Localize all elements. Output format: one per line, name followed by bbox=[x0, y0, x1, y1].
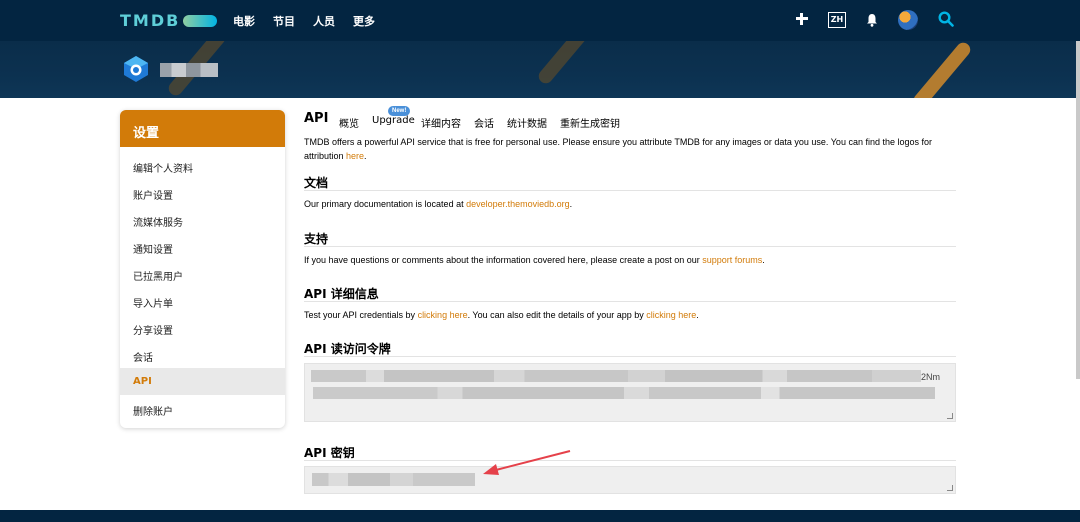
redacted-api-key bbox=[312, 473, 475, 486]
details-body-2: . You can also edit the details of your … bbox=[467, 310, 647, 320]
sidebar-item-streaming-services[interactable]: 流媒体服务 bbox=[120, 206, 285, 233]
support-forums-link[interactable]: support forums bbox=[702, 255, 762, 265]
logo-pill bbox=[183, 14, 218, 27]
footer-bar bbox=[0, 510, 1080, 522]
annotation-arrow-icon bbox=[483, 450, 571, 475]
docs-text: Our primary documentation is located at … bbox=[304, 199, 572, 209]
divider bbox=[304, 460, 956, 461]
sidebar-item-sessions[interactable]: 会话 bbox=[120, 341, 285, 368]
intro-end: . bbox=[364, 151, 367, 161]
sidebar-item-account-settings[interactable]: 账户设置 bbox=[120, 179, 285, 206]
sidebar-item-notifications[interactable]: 通知设置 bbox=[120, 233, 285, 260]
test-credentials-link[interactable]: clicking here bbox=[418, 310, 468, 320]
api-details-text: Test your API credentials by clicking he… bbox=[304, 310, 699, 320]
tab-overview[interactable]: 概览 bbox=[339, 115, 359, 130]
settings-sidebar: 设置 编辑个人资料 账户设置 流媒体服务 通知设置 已拉黑用户 导入片单 分享设… bbox=[120, 110, 285, 428]
token-visible-tail: 2Nm bbox=[921, 372, 941, 382]
resize-handle[interactable] bbox=[947, 413, 953, 419]
plus-icon[interactable] bbox=[795, 12, 809, 26]
support-text: If you have questions or comments about … bbox=[304, 255, 765, 265]
redacted-token-line bbox=[311, 370, 921, 382]
account-avatar-icon bbox=[124, 56, 148, 82]
attribution-link[interactable]: here bbox=[346, 151, 364, 161]
language-selector[interactable]: ZH bbox=[828, 12, 846, 28]
details-end: . bbox=[696, 310, 699, 320]
profile-header bbox=[0, 41, 1076, 98]
new-badge: New! bbox=[388, 106, 411, 116]
api-heading: API bbox=[304, 111, 329, 126]
sidebar-title: 设置 bbox=[120, 110, 285, 147]
tab-regenerate-key[interactable]: 重新生成密钥 bbox=[560, 115, 620, 130]
resize-handle[interactable] bbox=[947, 485, 953, 491]
sidebar-item-sharing[interactable]: 分享设置 bbox=[120, 314, 285, 341]
sidebar-item-import-list[interactable]: 导入片单 bbox=[120, 287, 285, 314]
tab-details[interactable]: 详细内容 bbox=[421, 115, 461, 130]
intro-text: TMDB offers a powerful API service that … bbox=[304, 135, 956, 163]
sidebar-item-delete-account[interactable]: 删除账户 bbox=[120, 395, 285, 422]
tab-statistics[interactable]: 统计数据 bbox=[507, 115, 547, 130]
top-navbar: TMDB 电影 节目 人员 更多 ZH bbox=[0, 0, 1080, 41]
support-body: If you have questions or comments about … bbox=[304, 255, 703, 265]
read-token-textarea[interactable]: 2Nm bbox=[304, 363, 956, 422]
tab-upgrade[interactable]: Upgrade bbox=[372, 115, 415, 126]
user-avatar[interactable] bbox=[898, 10, 918, 30]
redacted-token-line bbox=[313, 387, 935, 399]
nav-movies[interactable]: 电影 bbox=[233, 13, 255, 29]
username-redacted bbox=[160, 63, 218, 77]
nav-people[interactable]: 人员 bbox=[313, 13, 335, 29]
docs-end: . bbox=[569, 199, 573, 209]
bell-icon[interactable] bbox=[866, 13, 878, 27]
edit-app-link[interactable]: clicking here bbox=[646, 310, 696, 320]
nav-more[interactable]: 更多 bbox=[353, 13, 375, 29]
nav-tv-shows[interactable]: 节目 bbox=[273, 13, 295, 29]
docs-title: 文档 bbox=[304, 176, 329, 190]
api-key-textarea[interactable] bbox=[304, 466, 956, 494]
support-title: 支持 bbox=[304, 232, 329, 246]
divider bbox=[304, 190, 956, 191]
api-key-title: API 密钥 bbox=[304, 446, 355, 460]
sidebar-item-blocked-users[interactable]: 已拉黑用户 bbox=[120, 260, 285, 287]
docs-body: Our primary documentation is located at bbox=[304, 199, 467, 209]
sidebar-item-api[interactable]: API bbox=[120, 368, 285, 395]
tab-sessions[interactable]: 会话 bbox=[474, 115, 494, 130]
divider bbox=[304, 356, 956, 357]
api-details-title: API 详细信息 bbox=[304, 287, 379, 301]
tmdb-logo[interactable]: TMDB bbox=[120, 11, 218, 30]
docs-link[interactable]: developer.themoviedb.org bbox=[466, 199, 570, 209]
support-end: . bbox=[762, 255, 765, 265]
intro-body: TMDB offers a powerful API service that … bbox=[304, 137, 933, 161]
logo-text: TMDB bbox=[120, 11, 181, 30]
search-icon[interactable] bbox=[938, 11, 954, 27]
sidebar-item-edit-profile[interactable]: 编辑个人资料 bbox=[120, 152, 285, 179]
page-scrollbar[interactable] bbox=[1076, 41, 1080, 379]
main-nav: 电影 节目 人员 更多 bbox=[233, 13, 393, 29]
read-token-title: API 读访问令牌 bbox=[304, 342, 391, 356]
details-body-1: Test your API credentials by bbox=[304, 310, 418, 320]
divider bbox=[304, 301, 956, 302]
divider bbox=[304, 246, 956, 247]
